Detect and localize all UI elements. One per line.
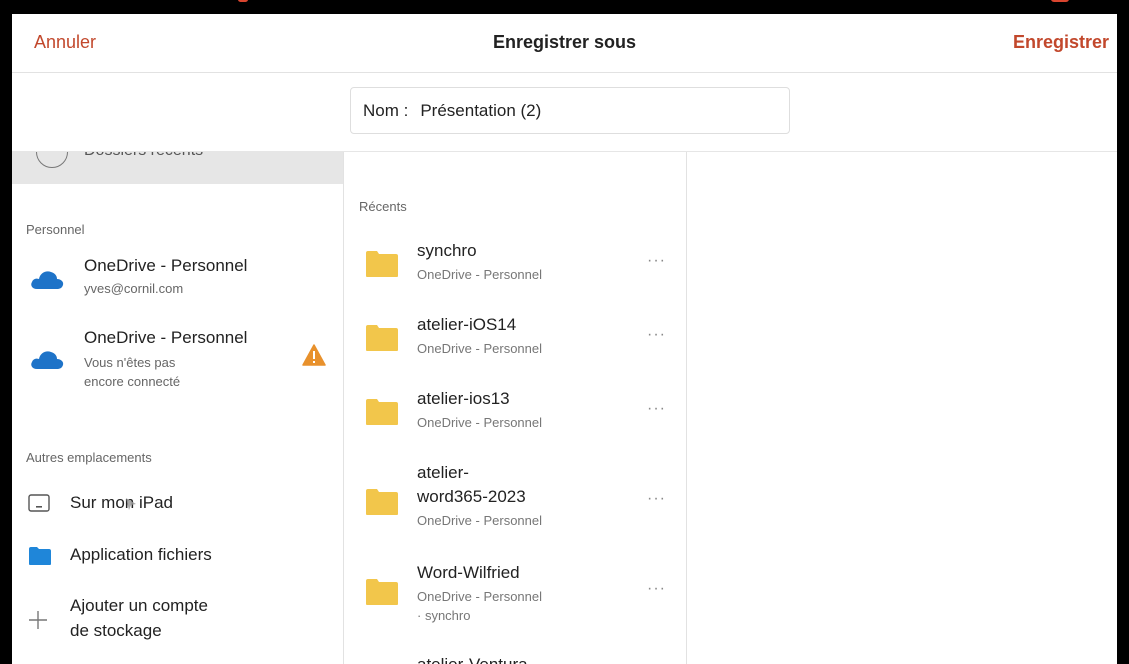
sidebar-item-label: Ajouter un compte: [70, 596, 208, 615]
onedrive-cloud-icon: [31, 271, 64, 289]
detail-pane: [688, 152, 1117, 664]
recent-folders-list: Récents synchro OneDrive - Personnel ···…: [345, 152, 687, 664]
folder-location: OneDrive - Personnel: [417, 267, 542, 282]
sidebar-item-onedrive-account-disconnected[interactable]: OneDrive - Personnel Vous n'êtes pas enc…: [12, 326, 343, 406]
folder-name: word365-2023: [417, 487, 526, 506]
folder-name: Word-Wilfried: [417, 563, 520, 582]
folder-row-atelier-ios14[interactable]: atelier-iOS14 OneDrive - Personnel ···: [345, 312, 686, 372]
save-button[interactable]: Enregistrer: [1013, 32, 1109, 53]
sidebar-item-add-storage-account[interactable]: Ajouter un compte de stockage: [12, 592, 343, 648]
warning-icon: [302, 344, 326, 366]
section-header-other-locations: Autres emplacements: [26, 450, 152, 465]
folder-icon: [366, 489, 398, 515]
folder-icon: [366, 251, 398, 277]
divider: [12, 72, 1117, 73]
sidebar-item-label: Sur mon iPad: [70, 493, 173, 512]
account-status-line: encore connecté: [84, 374, 181, 389]
folder-row-atelier-ventura[interactable]: atelier-Ventura: [345, 652, 686, 664]
top-strip: [0, 0, 1129, 14]
pointer-cursor-icon: [126, 498, 136, 510]
file-name-label: Nom :: [363, 100, 409, 120]
folder-row-atelier-word365-2023[interactable]: atelier- word365-2023 OneDrive - Personn…: [345, 460, 686, 544]
more-options-button[interactable]: ···: [647, 490, 666, 508]
decoration-mark: [238, 0, 248, 2]
account-name: OneDrive - Personnel: [84, 328, 248, 347]
sidebar-item-label: Application fichiers: [70, 545, 212, 564]
folder-blue-icon: [29, 547, 51, 565]
save-as-dialog: Annuler Enregistrer sous Enregistrer Nom…: [12, 14, 1117, 664]
section-header-recents: Récents: [359, 199, 407, 214]
sidebar-item-files-app[interactable]: Application fichiers: [12, 540, 343, 572]
more-options-button[interactable]: ···: [647, 326, 666, 344]
dialog-header: Annuler Enregistrer sous Enregistrer: [12, 14, 1117, 72]
folder-icon: [366, 579, 398, 605]
folder-name: atelier-Ventura: [417, 654, 528, 664]
file-name-field[interactable]: Nom : Présentation (2): [350, 87, 790, 134]
onedrive-cloud-icon: [31, 351, 64, 369]
file-name-value[interactable]: Présentation (2): [420, 101, 541, 121]
decoration-mark: [1051, 0, 1069, 2]
dialog-title: Enregistrer sous: [492, 32, 637, 52]
section-header-personal: Personnel: [26, 222, 85, 237]
more-options-button[interactable]: ···: [647, 252, 666, 270]
folder-icon: [366, 325, 398, 351]
locations-sidebar: Dossiers récents Personnel OneDrive - Pe…: [12, 152, 344, 664]
sidebar-item-on-my-ipad[interactable]: Sur mon iPad: [12, 488, 343, 520]
folder-name: atelier-ios13: [417, 389, 510, 408]
ipad-icon: [28, 494, 50, 512]
folder-location: OneDrive - Personnel: [417, 513, 542, 528]
cancel-button[interactable]: Annuler: [34, 32, 96, 53]
folder-location: OneDrive - Personnel: [417, 589, 542, 604]
clock-icon: [36, 152, 68, 168]
account-email: yves@cornil.com: [84, 281, 184, 296]
folder-name: atelier-iOS14: [417, 315, 517, 334]
folder-row-word-wilfried[interactable]: Word-Wilfried OneDrive - Personnel · syn…: [345, 560, 686, 644]
more-options-button[interactable]: ···: [647, 400, 666, 418]
folder-name: synchro: [417, 241, 477, 260]
sidebar-item-label: de stockage: [70, 621, 162, 640]
plus-icon: [29, 611, 47, 629]
account-status-line: Vous n'êtes pas: [84, 355, 176, 370]
folder-row-atelier-ios13[interactable]: atelier-ios13 OneDrive - Personnel ···: [345, 386, 686, 446]
sidebar-item-label: Dossiers récents: [84, 152, 203, 160]
folder-location: · synchro: [417, 608, 471, 623]
folder-name: atelier-: [417, 463, 469, 482]
folder-row-synchro[interactable]: synchro OneDrive - Personnel ···: [345, 238, 686, 298]
sidebar-item-recent-folders[interactable]: Dossiers récents: [12, 152, 343, 184]
folder-location: OneDrive - Personnel: [417, 415, 542, 430]
account-name: OneDrive - Personnel: [84, 256, 248, 275]
folder-location: OneDrive - Personnel: [417, 341, 542, 356]
folder-icon: [366, 399, 398, 425]
sidebar-item-onedrive-account[interactable]: OneDrive - Personnel yves@cornil.com: [12, 254, 343, 310]
more-options-button[interactable]: ···: [647, 580, 666, 598]
